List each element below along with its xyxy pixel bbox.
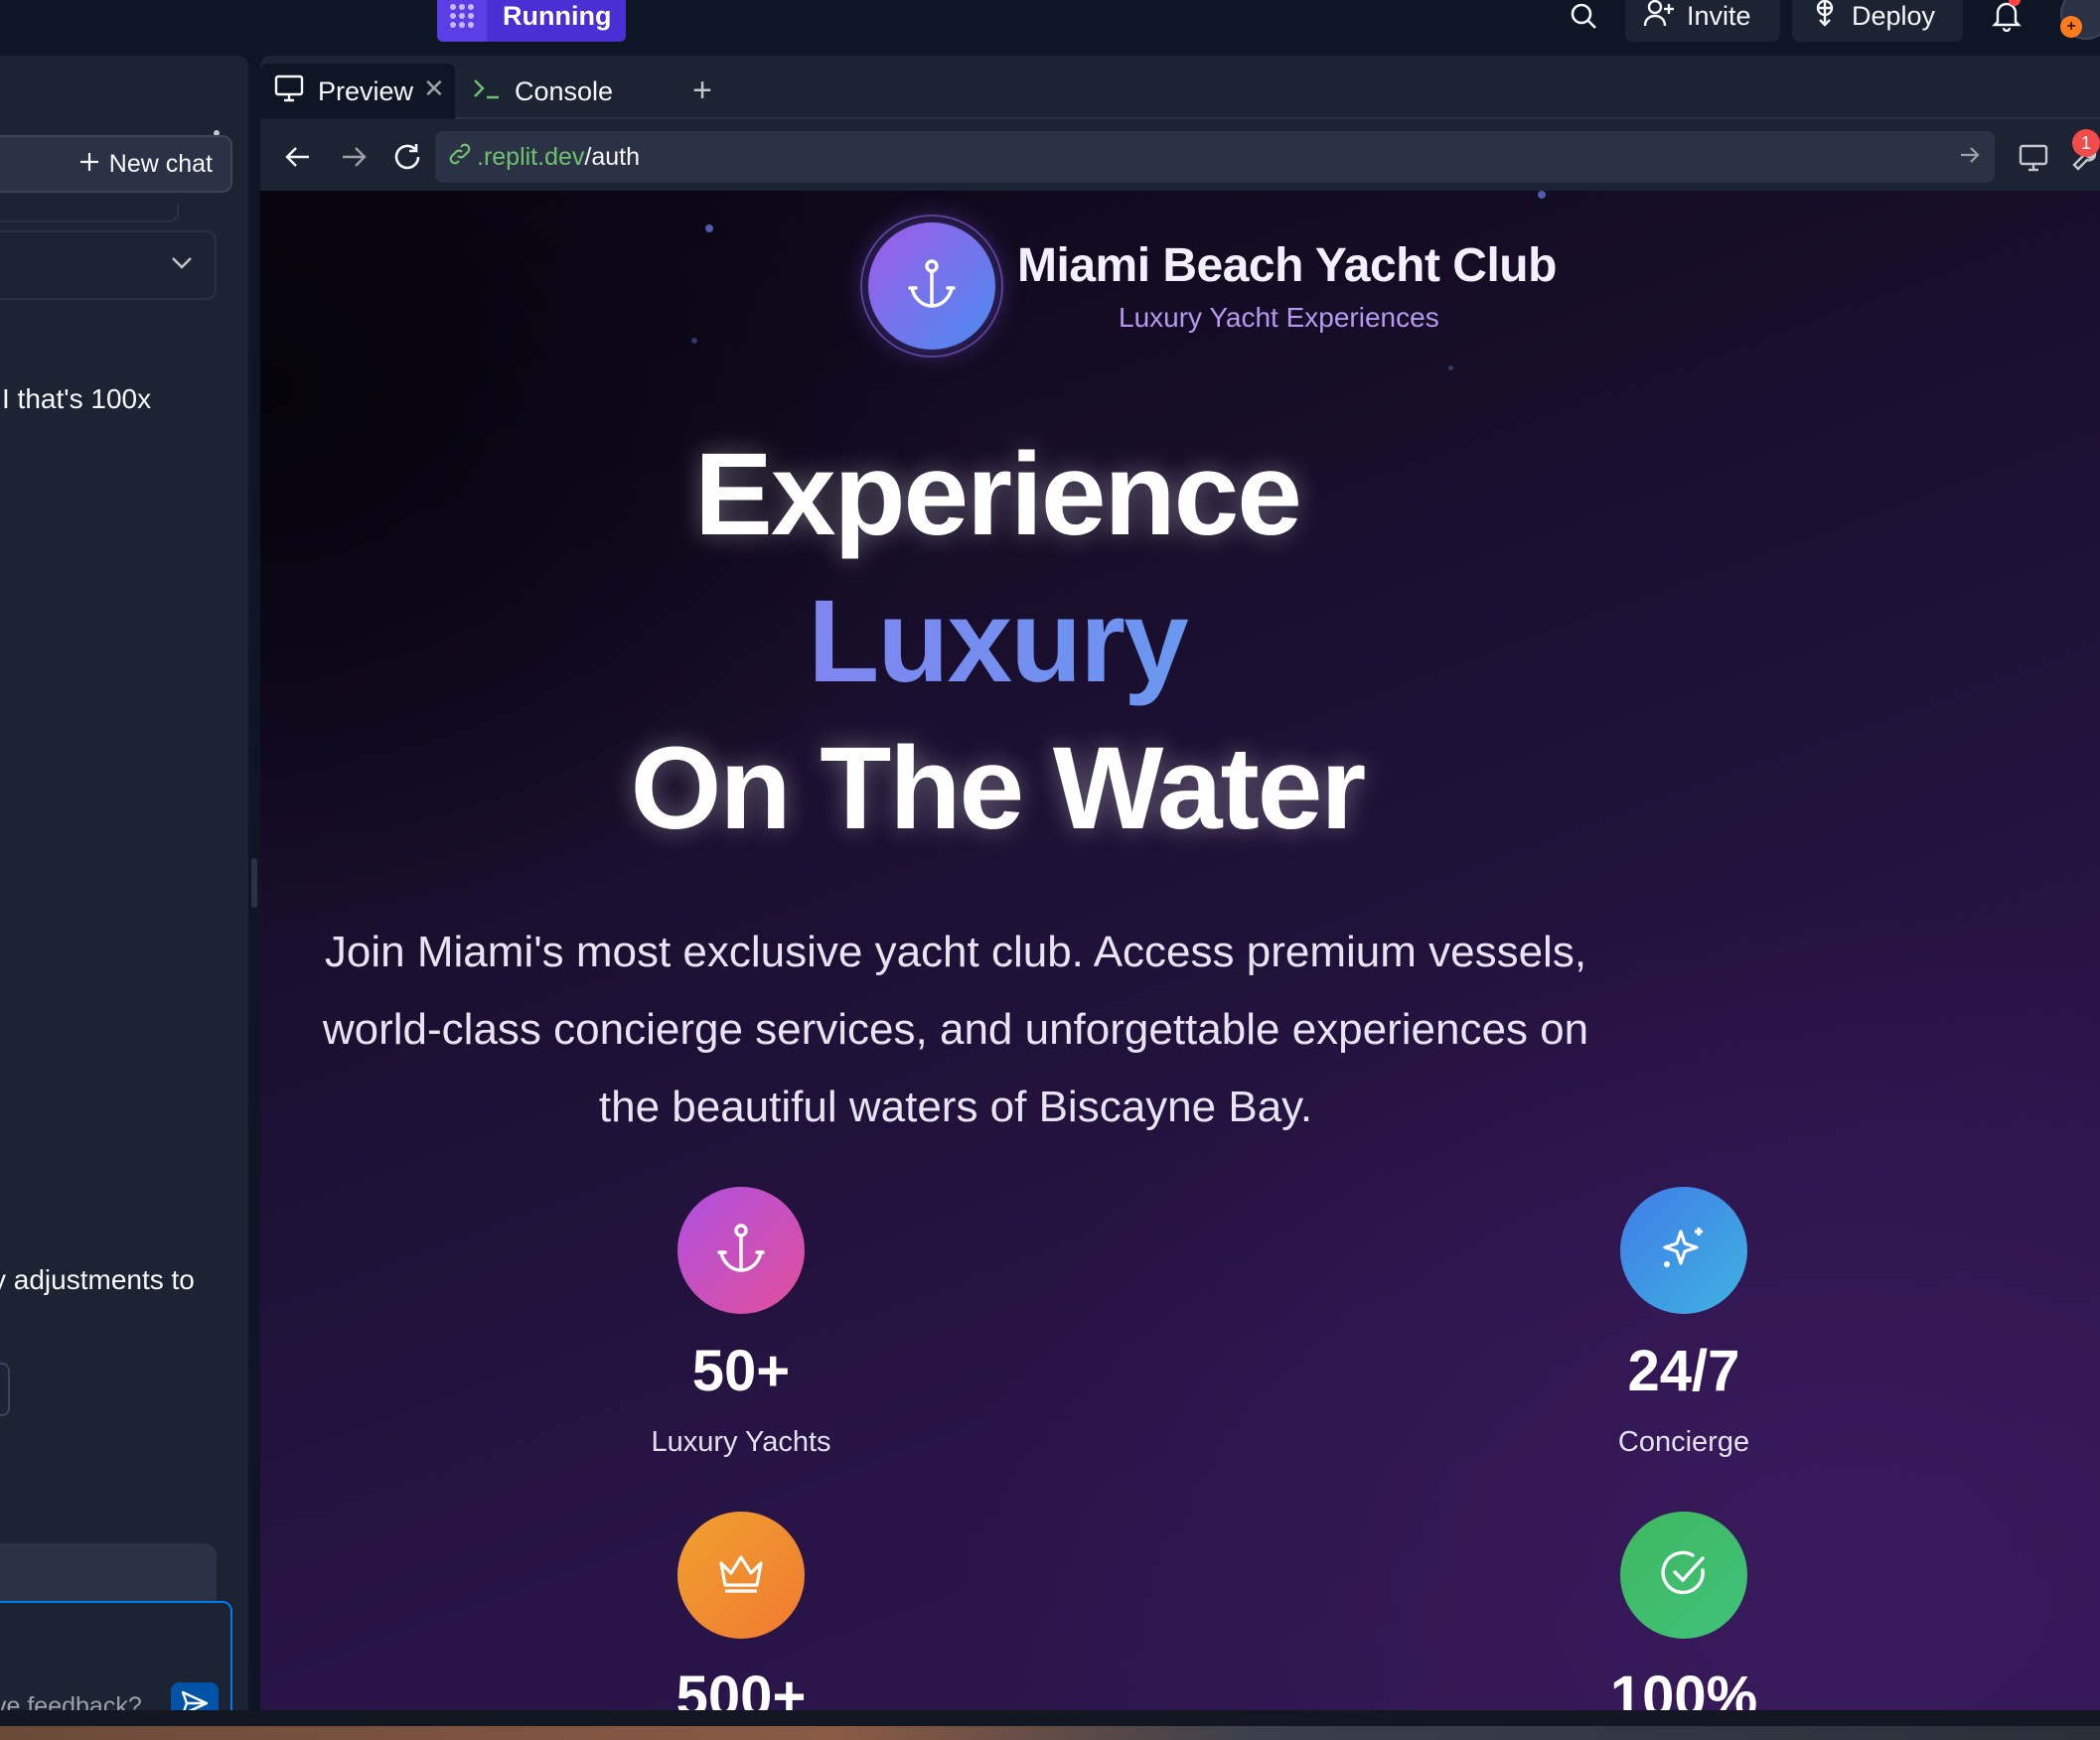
check-circle-icon [1659,1548,1709,1603]
hero-headline-line-1: Experience [694,429,1302,560]
chevron-down-icon [171,256,193,275]
preview-webpage: Miami Beach Yacht Club Luxury Yacht Expe… [260,191,2100,1710]
hero-headline-line-3: On The Water [630,723,1367,854]
search-icon[interactable] [1564,0,1603,36]
link-icon [449,143,471,172]
background-star [1538,191,1546,199]
tab-preview-label: Preview [318,75,414,106]
invite-button[interactable]: Invite [1625,0,1780,42]
sparkles-icon [1659,1224,1709,1278]
new-chat-button[interactable]: New chat [0,135,232,193]
url-input[interactable]: .replit.dev /auth [435,131,1995,183]
url-path: /auth [584,142,640,171]
ai-chat-panel: New chat JI that's 100x y adjustments to… [0,56,248,1740]
workspace-header: Running Invite Deploy + [0,0,2100,56]
club-logo [860,215,1003,358]
terminal-icon [473,76,501,107]
stat-value: 24/7 [1627,1339,1740,1403]
avatar-badge: + [2060,16,2082,38]
anchor-icon [717,1223,765,1279]
collapsed-card-edge [0,205,179,222]
stat-value: 100% [1609,1665,1758,1710]
run-button-label: Running [503,0,612,31]
logo-badge [868,222,995,350]
reload-icon[interactable] [383,133,431,181]
plus-icon [79,150,99,179]
running-indicator-icon [437,0,487,42]
crown-icon [717,1551,765,1600]
background-star [1448,365,1453,370]
close-icon[interactable]: ✕ [423,73,445,104]
new-chat-label: New chat [108,149,213,178]
open-arrow-icon[interactable] [1959,143,1981,172]
notifications-bell-icon[interactable] [1985,0,2028,38]
add-tab-plus-icon[interactable]: + [677,66,727,115]
stat-yachts-badge [677,1187,805,1314]
pane-tab-bar: Preview ✕ Console + [260,56,2100,119]
deploy-icon [1810,0,1840,35]
monitor-icon [274,74,304,109]
forward-arrow-icon[interactable] [330,133,377,181]
stat-concierge-badge [1620,1187,1747,1314]
url-host: .replit.dev [477,142,585,171]
devtools-monitor-icon[interactable] [2011,135,2056,181]
browser-url-bar: .replit.dev /auth 1 [260,121,2100,193]
tab-console[interactable]: Console [459,64,658,119]
background-star [691,338,697,344]
tab-console-label: Console [515,75,614,106]
chat-selector-dropdown[interactable] [0,230,217,300]
hero-intro-text: Join Miami's most exclusive yacht club. … [322,928,1589,1131]
add-user-icon [1643,0,1675,35]
hero-headline-line-2: Luxury [260,574,1734,709]
stat-value: 50+ [691,1339,791,1403]
stat-label: Concierge [1617,1426,1750,1458]
back-arrow-icon[interactable] [274,133,322,181]
brand-name: Miami Beach Yacht Club [1017,239,1557,292]
stat-satisfaction-badge [1620,1512,1747,1639]
background-star [705,224,713,232]
stat-label: Luxury Yachts [651,1426,831,1458]
run-button[interactable]: Running [437,0,626,42]
deploy-button[interactable]: Deploy [1792,0,1963,42]
deploy-label: Deploy [1852,0,1936,31]
panel-resize-handle[interactable] [251,858,257,908]
stat-value: 500+ [675,1665,807,1710]
invite-label: Invite [1687,0,1751,31]
brand-tagline: Luxury Yacht Experiences [1119,302,1439,333]
chat-message-text: JI that's 100x [0,383,152,414]
tools-notification-badge: 1 [2072,129,2100,157]
anchor-icon [908,258,956,315]
stat-members-badge [677,1512,805,1639]
chat-card-edge [0,1363,10,1416]
desktop-dock-strip [0,1726,2100,1740]
chat-message-text: y adjustments to [0,1264,195,1295]
